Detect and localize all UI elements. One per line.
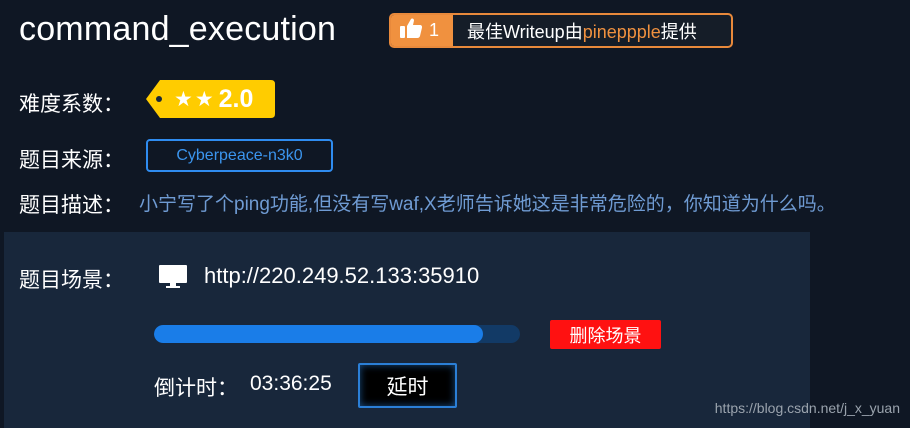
challenge-title: command_execution	[19, 10, 337, 48]
writeup-prefix: 最佳Writeup由	[467, 21, 583, 42]
description-label: 题目描述：	[19, 194, 124, 217]
star-icon: ★	[194, 87, 214, 111]
best-writeup-badge[interactable]: 1 最佳Writeup由pineppple提供	[389, 13, 733, 48]
delete-scene-button[interactable]: 删除场景	[550, 320, 661, 349]
description-text: 小宁写了个ping功能,但没有写waf,X老师告诉她这是非常危险的，你知道为什么…	[139, 194, 836, 215]
scene-panel: 题目场景： http://220.249.52.133:35910 删除场景 倒…	[4, 232, 810, 428]
time-progress-bar	[154, 325, 520, 343]
writeup-suffix: 提供	[660, 21, 697, 42]
time-progress-fill	[154, 325, 484, 343]
scene-label: 题目场景：	[19, 269, 124, 292]
thumbs-up-icon	[399, 17, 423, 44]
difficulty-score: 2.0	[218, 84, 254, 113]
source-tag[interactable]: Cyberpeace-n3k0	[146, 139, 333, 172]
scene-url[interactable]: http://220.249.52.133:35910	[204, 263, 479, 289]
watermark: https://blog.csdn.net/j_x_yuan	[714, 400, 900, 416]
source-label: 题目来源：	[19, 149, 124, 172]
like-button[interactable]: 1	[391, 15, 453, 46]
writeup-author: pineppple	[582, 21, 661, 42]
like-count: 1	[429, 20, 440, 40]
difficulty-tag: ★ ★ 2.0	[146, 80, 275, 118]
countdown-value: 03:36:25	[250, 372, 332, 395]
writeup-credit[interactable]: 最佳Writeup由pineppple提供	[453, 18, 697, 44]
countdown-label: 倒计时：	[154, 377, 238, 400]
extend-time-button[interactable]: 延时	[358, 363, 457, 408]
challenge-page: command_execution 1 最佳Writeup由pineppple提…	[0, 0, 910, 428]
monitor-icon	[158, 264, 188, 290]
star-icon: ★	[174, 87, 193, 111]
difficulty-label: 难度系数：	[19, 93, 124, 116]
